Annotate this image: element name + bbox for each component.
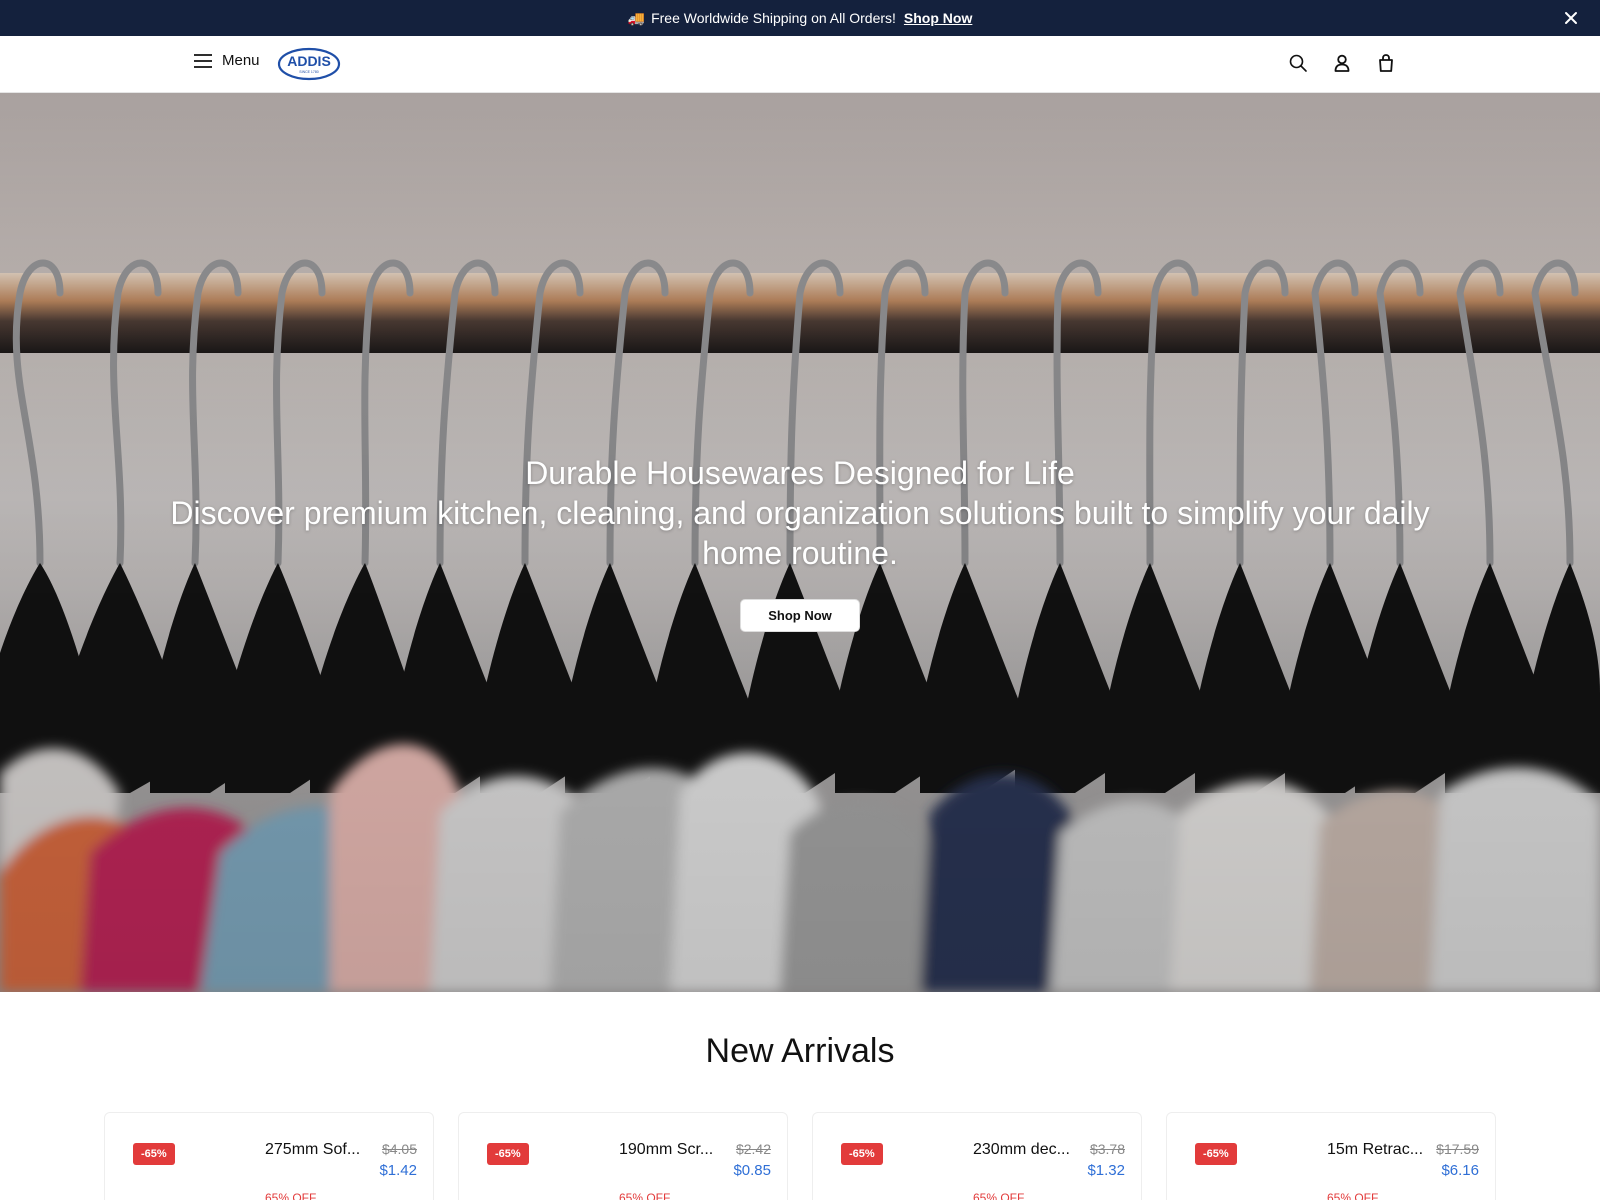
original-price: $2.42 (735, 1141, 771, 1157)
cart-icon[interactable] (1376, 53, 1396, 73)
sale-price: $1.42 (379, 1162, 417, 1179)
new-arrivals-grid: -65% 275mm Sof... $4.05 $1.42 65% OFF -6… (104, 1112, 1496, 1200)
new-arrivals-title: New Arrivals (705, 1032, 895, 1070)
original-price: $4.05 (381, 1141, 417, 1157)
site-header: Menu ADDIS SINCE 1780 (0, 36, 1600, 93)
discount-badge: -65% (487, 1143, 529, 1165)
discount-label: 65% OFF (973, 1191, 1025, 1200)
sale-price: $0.85 (733, 1162, 771, 1179)
svg-text:SINCE 1780: SINCE 1780 (299, 70, 319, 74)
hero-subheadline: Discover premium kitchen, cleaning, and … (170, 495, 1430, 571)
announcement-bar: 🚚 Free Worldwide Shipping on All Orders!… (0, 0, 1600, 36)
close-icon[interactable] (1562, 9, 1580, 27)
discount-badge: -65% (1195, 1143, 1237, 1165)
sale-price: $1.32 (1087, 1162, 1125, 1179)
menu-button[interactable]: Menu (194, 52, 260, 69)
hero-shop-now-button[interactable]: Shop Now (740, 599, 860, 632)
product-name[interactable]: 15m Retrac... (1327, 1141, 1437, 1159)
discount-label: 65% OFF (1327, 1191, 1379, 1200)
product-name[interactable]: 190mm Scr... (619, 1141, 729, 1159)
discount-label: 65% OFF (619, 1191, 671, 1200)
hero-headline: Durable Housewares Designed for Life (525, 455, 1075, 491)
product-card[interactable]: -65% 15m Retrac... $17.59 $6.16 65% OFF (1166, 1112, 1496, 1200)
discount-badge: -65% (133, 1143, 175, 1165)
menu-label: Menu (222, 52, 260, 69)
product-name[interactable]: 275mm Sof... (265, 1141, 375, 1159)
header-icons (1288, 53, 1396, 73)
product-thumbnail-shape (1197, 1193, 1277, 1200)
addis-logo[interactable]: ADDIS SINCE 1780 (277, 47, 341, 81)
svg-text:ADDIS: ADDIS (287, 53, 331, 69)
product-card[interactable]: -65% 275mm Sof... $4.05 $1.42 65% OFF (104, 1112, 434, 1200)
discount-badge: -65% (841, 1143, 883, 1165)
hero-text: Durable Housewares Designed for Life Dis… (0, 453, 1600, 573)
announcement-message: Free Worldwide Shipping on All Orders! (651, 10, 896, 26)
product-card[interactable]: -65% 230mm dec... $3.78 $1.32 65% OFF (812, 1112, 1142, 1200)
truck-icon: 🚚 (627, 9, 646, 26)
search-icon[interactable] (1288, 53, 1308, 73)
discount-label: 65% OFF (265, 1191, 317, 1200)
original-price: $3.78 (1089, 1141, 1125, 1157)
original-price: $17.59 (1436, 1141, 1479, 1157)
announcement-shop-now-link[interactable]: Shop Now (904, 10, 972, 26)
account-icon[interactable] (1332, 53, 1352, 73)
hamburger-icon (194, 53, 212, 68)
product-name[interactable]: 230mm dec... (973, 1141, 1083, 1159)
product-card[interactable]: -65% 190mm Scr... $2.42 $0.85 65% OFF (458, 1112, 788, 1200)
hero-banner: Durable Housewares Designed for Life Dis… (0, 93, 1600, 992)
sale-price: $6.16 (1441, 1162, 1479, 1179)
